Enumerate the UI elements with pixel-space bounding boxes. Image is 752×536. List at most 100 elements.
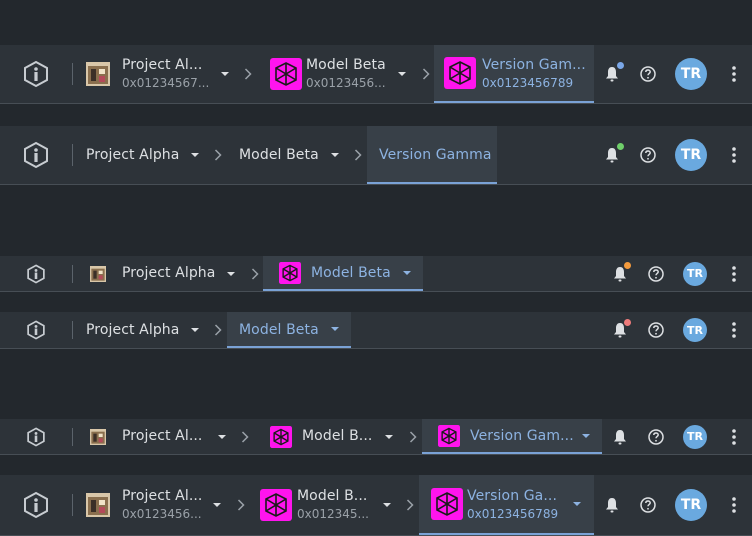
breadcrumb-title: Version Gamma xyxy=(379,147,492,163)
chevron-right-icon xyxy=(241,430,249,443)
more-vertical-icon[interactable] xyxy=(732,497,736,513)
breadcrumb-version[interactable]: Version Gamma xyxy=(367,126,497,184)
avatar[interactable]: TR xyxy=(683,261,707,286)
breadcrumb-version[interactable]: Version Gam... xyxy=(422,419,602,454)
info-badge-icon[interactable] xyxy=(22,141,50,169)
breadcrumb-model[interactable]: Model Beta xyxy=(232,126,342,184)
avatar[interactable]: TR xyxy=(683,318,707,342)
breadcrumb-title: Project Alpha xyxy=(122,265,216,281)
model-mesh-thumbnail xyxy=(270,58,302,90)
info-badge-icon[interactable] xyxy=(22,60,50,88)
divider xyxy=(72,427,73,446)
more-vertical-icon[interactable] xyxy=(732,147,736,163)
breadcrumb-project[interactable]: Project Al... xyxy=(84,419,232,454)
breadcrumb-project[interactable]: Project Alpha xyxy=(80,312,206,348)
caret-down-icon[interactable] xyxy=(213,501,221,509)
caret-down-icon[interactable] xyxy=(331,151,339,159)
caret-down-icon[interactable] xyxy=(227,270,235,278)
notification-dot xyxy=(624,262,631,269)
chevron-right-icon xyxy=(237,499,245,511)
breadcrumb-title: Project Alpha xyxy=(86,322,180,338)
chevron-right-icon xyxy=(244,68,252,80)
caret-down-icon[interactable] xyxy=(191,151,199,159)
breadcrumb-version[interactable]: Version Ga... 0x0123456789 xyxy=(419,475,594,535)
breadcrumb-bar-5: Project Al... Model B... Version Gam... … xyxy=(0,419,752,455)
notification-dot xyxy=(617,62,624,69)
divider xyxy=(72,321,73,339)
breadcrumb-model[interactable]: Model B... xyxy=(262,419,402,454)
caret-down-icon[interactable] xyxy=(331,325,339,333)
breadcrumb-title: Project Alpha xyxy=(86,147,180,163)
divider xyxy=(72,264,73,283)
question-circle-icon[interactable] xyxy=(640,497,656,513)
divider xyxy=(72,494,73,516)
caret-down-icon[interactable] xyxy=(573,500,581,508)
breadcrumb-bar-1: Project Al... 0x01234567... Model Beta 0… xyxy=(0,45,752,104)
breadcrumb-title: Project Al... xyxy=(122,488,203,504)
more-vertical-icon[interactable] xyxy=(732,66,736,82)
bell-icon[interactable] xyxy=(613,429,627,445)
breadcrumb-title: Version Gam... xyxy=(470,428,574,444)
breadcrumb-subtitle: 0x012345... xyxy=(297,507,369,521)
avatar[interactable]: TR xyxy=(675,489,707,521)
info-badge-icon[interactable] xyxy=(22,491,50,519)
breadcrumb-title: Model Beta xyxy=(239,322,319,338)
caret-down-icon[interactable] xyxy=(398,70,406,78)
question-circle-icon[interactable] xyxy=(640,66,656,82)
caret-down-icon[interactable] xyxy=(403,269,411,277)
breadcrumb-subtitle: 0x0123456... xyxy=(306,76,386,90)
more-vertical-icon[interactable] xyxy=(732,428,736,445)
info-badge-icon[interactable] xyxy=(26,320,46,340)
avatar[interactable]: TR xyxy=(675,139,707,171)
avatar[interactable]: TR xyxy=(675,58,707,90)
caret-down-icon[interactable] xyxy=(218,433,226,441)
more-vertical-icon[interactable] xyxy=(732,322,736,338)
breadcrumb-title: Model Beta xyxy=(306,57,386,73)
breadcrumb-model[interactable]: Model Beta xyxy=(227,312,351,348)
model-mesh-thumbnail xyxy=(260,489,292,521)
bell-icon[interactable] xyxy=(605,66,619,82)
breadcrumb-title: Version Gam... xyxy=(482,57,586,73)
bell-icon[interactable] xyxy=(605,497,619,513)
question-circle-icon[interactable] xyxy=(648,265,664,282)
model-mesh-thumbnail xyxy=(438,424,460,447)
model-mesh-thumbnail xyxy=(279,261,301,284)
caret-down-icon[interactable] xyxy=(385,433,393,441)
info-badge-icon[interactable] xyxy=(26,426,46,447)
caret-down-icon[interactable] xyxy=(221,70,229,78)
more-vertical-icon[interactable] xyxy=(732,265,736,282)
breadcrumb-project[interactable]: Project Al... 0x01234567... xyxy=(84,45,236,103)
breadcrumb-bar-2: Project Alpha Model Beta Version Gamma T… xyxy=(0,126,752,185)
breadcrumb-project[interactable]: Project Alpha xyxy=(80,126,206,184)
breadcrumb-model[interactable]: Model Beta xyxy=(263,256,423,291)
caret-down-icon[interactable] xyxy=(191,326,199,334)
breadcrumb-title: Project Al... xyxy=(122,57,203,73)
caret-down-icon[interactable] xyxy=(582,432,590,440)
breadcrumb-bar-3: Project Alpha Model Beta TR xyxy=(0,256,752,292)
question-circle-icon[interactable] xyxy=(640,147,656,163)
chevron-right-icon xyxy=(406,499,414,511)
breadcrumb-title: Version Ga... xyxy=(467,488,558,504)
breadcrumb-title: Model B... xyxy=(302,428,373,444)
avatar[interactable]: TR xyxy=(683,424,707,449)
breadcrumb-title: Project Al... xyxy=(122,428,203,444)
model-mesh-thumbnail xyxy=(431,488,463,520)
caret-down-icon[interactable] xyxy=(383,501,391,509)
breadcrumb-project[interactable]: Project Al... 0x0123456... xyxy=(84,475,228,535)
breadcrumb-model[interactable]: Model B... 0x012345... xyxy=(258,475,398,535)
chevron-right-icon xyxy=(409,430,417,443)
divider xyxy=(72,63,73,85)
bell-icon[interactable] xyxy=(605,147,619,163)
model-mesh-thumbnail xyxy=(444,57,476,89)
chevron-right-icon xyxy=(214,149,222,161)
breadcrumb-project[interactable]: Project Alpha xyxy=(84,256,240,291)
breadcrumb-bar-4: Project Alpha Model Beta TR xyxy=(0,312,752,349)
question-circle-icon[interactable] xyxy=(648,428,664,445)
chevron-right-icon xyxy=(422,68,430,80)
question-circle-icon[interactable] xyxy=(648,322,664,338)
info-badge-icon[interactable] xyxy=(26,263,46,284)
breadcrumb-subtitle: 0x0123456789 xyxy=(482,76,574,90)
breadcrumb-version[interactable]: Version Gam... 0x0123456789 xyxy=(434,45,594,103)
notification-dot xyxy=(624,319,631,326)
breadcrumb-model[interactable]: Model Beta 0x0123456... xyxy=(266,45,412,103)
